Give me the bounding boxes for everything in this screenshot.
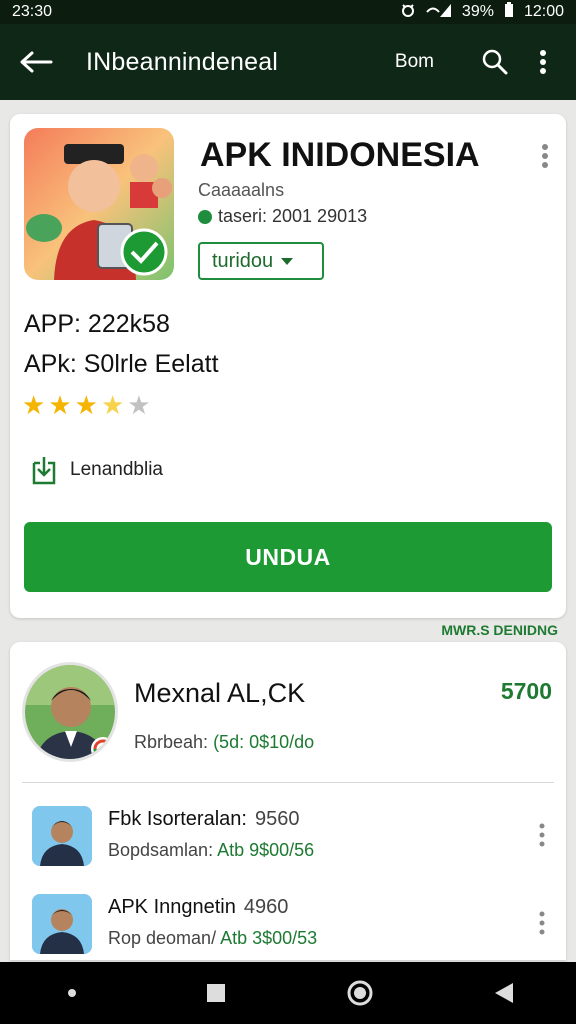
more-vert-icon[interactable] bbox=[532, 908, 552, 938]
star-icon: ★ bbox=[74, 390, 98, 420]
app-bar-title: INbeannindeneal bbox=[86, 47, 279, 76]
more-vert-icon[interactable] bbox=[526, 42, 560, 82]
nav-dot-icon[interactable] bbox=[42, 968, 102, 1018]
list-item-name: APK Inngnetin bbox=[108, 896, 236, 918]
app-card: APK INIDONESIA Caaaaalns taseri: 2001 29… bbox=[10, 114, 566, 618]
version-dropdown[interactable]: turidou bbox=[198, 242, 324, 280]
install-icon bbox=[30, 454, 58, 486]
signal-icon bbox=[426, 2, 452, 23]
app-icon[interactable] bbox=[24, 128, 174, 280]
more-vert-icon[interactable] bbox=[532, 820, 552, 850]
featured-sub-value: (5d: 0$10/do bbox=[213, 732, 315, 752]
avatar bbox=[22, 662, 118, 762]
app-title: APK INIDONESIA bbox=[200, 136, 480, 174]
system-nav-bar bbox=[0, 962, 576, 1024]
dropdown-label: turidou bbox=[212, 249, 274, 272]
app-updated: taseri: 2001 29013 bbox=[198, 206, 367, 227]
alarm-icon bbox=[400, 2, 416, 23]
featured-developer[interactable]: Mexnal AL,CK 5700 Rbrbeah: (5d: 0$10/do bbox=[22, 662, 552, 772]
status-time: 23:30 bbox=[12, 3, 53, 20]
app-developer: APk: S0lrle Eelatt bbox=[24, 350, 219, 378]
nav-home-icon[interactable] bbox=[330, 968, 390, 1018]
star-icon: ★ bbox=[127, 390, 151, 420]
star-icon: ★ bbox=[22, 390, 46, 420]
featured-sub-prefix: Rbrbeah: bbox=[134, 732, 214, 752]
list-item[interactable]: APK Inngnetin 4960 Rop deoman/ Atb 3$00/5… bbox=[32, 894, 552, 962]
rating-stars: ★ ★ ★ ★ ★ bbox=[22, 390, 151, 420]
list-item-title: Fbk Isorteralan: 9560 bbox=[108, 808, 299, 831]
install-row[interactable]: Lenandblia bbox=[30, 454, 163, 486]
notice-text: MWR.S DENIDNG bbox=[441, 622, 558, 638]
download-button[interactable]: UNDUA bbox=[24, 522, 552, 592]
install-label: Lenandblia bbox=[70, 459, 163, 480]
featured-sub: Rbrbeah: (5d: 0$10/do bbox=[134, 732, 314, 753]
search-icon[interactable] bbox=[478, 42, 512, 82]
nav-back-icon[interactable] bbox=[474, 968, 534, 1018]
status-bar: 23:30 39% 12:00 bbox=[0, 0, 576, 24]
featured-count: 5700 bbox=[500, 678, 552, 704]
list-item-sub-value: Atb 9$00/56 bbox=[217, 840, 315, 860]
list-avatar bbox=[32, 894, 92, 954]
list-item-sub: Rop deoman/ Atb 3$00/53 bbox=[108, 928, 317, 949]
battery-icon bbox=[504, 1, 514, 23]
updated-text: taseri: 2001 29013 bbox=[218, 206, 368, 226]
developer-list-card: Mexnal AL,CK 5700 Rbrbeah: (5d: 0$10/do … bbox=[10, 642, 566, 960]
featured-name: Mexnal AL,CK bbox=[134, 678, 306, 708]
app-category: Caaaaalns bbox=[198, 180, 285, 200]
list-item-sub: Bopdsamlan: Atb 9$00/56 bbox=[108, 840, 314, 861]
app-size: APP: 222k58 bbox=[24, 310, 170, 338]
app-bar-action[interactable]: Bom bbox=[395, 51, 434, 73]
update-dot-icon bbox=[198, 209, 212, 224]
list-item-title: APK Inngnetin 4960 bbox=[108, 896, 288, 919]
app-bar: INbeannindeneal Bom bbox=[0, 24, 576, 100]
star-icon: ★ bbox=[48, 390, 72, 420]
list-item-count: 4960 bbox=[243, 896, 289, 918]
back-arrow-icon[interactable] bbox=[16, 42, 56, 82]
star-icon: ★ bbox=[100, 390, 125, 420]
nav-recents-icon[interactable] bbox=[186, 968, 246, 1018]
list-item[interactable]: Fbk Isorteralan: 9560 Bopdsamlan: Atb 9$0… bbox=[32, 806, 552, 874]
list-item-sub-value: Atb 3$00/53 bbox=[220, 928, 318, 948]
battery-percent: 39% bbox=[461, 3, 494, 20]
list-item-count: 9560 bbox=[254, 808, 300, 830]
list-item-name: Fbk Isorteralan: bbox=[108, 808, 247, 830]
list-item-sub-prefix: Rop deoman/ bbox=[108, 928, 221, 948]
status-clock: 12:00 bbox=[523, 3, 564, 20]
list-item-sub-prefix: Bopdsamlan: bbox=[108, 840, 218, 860]
divider bbox=[22, 782, 554, 783]
more-vert-icon[interactable] bbox=[530, 138, 560, 174]
list-avatar bbox=[32, 806, 92, 866]
chevron-down-icon bbox=[281, 257, 294, 265]
